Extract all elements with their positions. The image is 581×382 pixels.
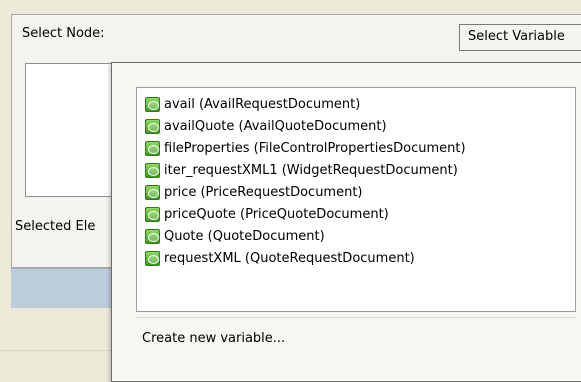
variable-item-label: avail (AvailRequestDocument): [164, 96, 361, 112]
variable-icon: [145, 250, 160, 266]
variable-item-fileproperties[interactable]: fileProperties (FileControlPropertiesDoc…: [137, 137, 575, 159]
variable-item-label: requestXML (QuoteRequestDocument): [164, 250, 415, 266]
select-variable-button[interactable]: Select Variable: [459, 24, 581, 51]
menu-separator: [136, 317, 576, 318]
variable-icon: [145, 228, 160, 244]
variable-popup-menu: avail (AvailRequestDocument) availQuote …: [111, 62, 581, 382]
variable-list: avail (AvailRequestDocument) availQuote …: [136, 87, 576, 312]
variable-icon: [145, 118, 160, 134]
variable-icon: [145, 140, 160, 156]
variable-item-price[interactable]: price (PriceRequestDocument): [137, 181, 575, 203]
variable-item-label: iter_requestXML1 (WidgetRequestDocument): [164, 162, 458, 178]
variable-item-label: priceQuote (PriceQuoteDocument): [164, 206, 389, 222]
variable-item-quote[interactable]: Quote (QuoteDocument): [137, 225, 575, 247]
variable-icon: [145, 162, 160, 178]
variable-item-avail[interactable]: avail (AvailRequestDocument): [137, 93, 575, 115]
variable-item-label: price (PriceRequestDocument): [164, 184, 363, 200]
selected-element-label: Selected Ele: [15, 219, 96, 234]
divider: [0, 350, 115, 351]
variable-icon: [145, 184, 160, 200]
variable-item-label: fileProperties (FileControlPropertiesDoc…: [164, 140, 466, 156]
variable-item-pricequote[interactable]: priceQuote (PriceQuoteDocument): [137, 203, 575, 225]
variable-item-iter-requestxml1[interactable]: iter_requestXML1 (WidgetRequestDocument): [137, 159, 575, 181]
select-node-label: Select Node:: [22, 26, 105, 41]
variable-item-requestxml[interactable]: requestXML (QuoteRequestDocument): [137, 247, 575, 269]
variable-item-availquote[interactable]: availQuote (AvailQuoteDocument): [137, 115, 575, 137]
variable-item-label: availQuote (AvailQuoteDocument): [164, 118, 387, 134]
variable-icon: [145, 206, 160, 222]
variable-icon: [145, 96, 160, 112]
create-new-variable-item[interactable]: Create new variable...: [142, 331, 285, 346]
variable-item-label: Quote (QuoteDocument): [164, 228, 325, 244]
